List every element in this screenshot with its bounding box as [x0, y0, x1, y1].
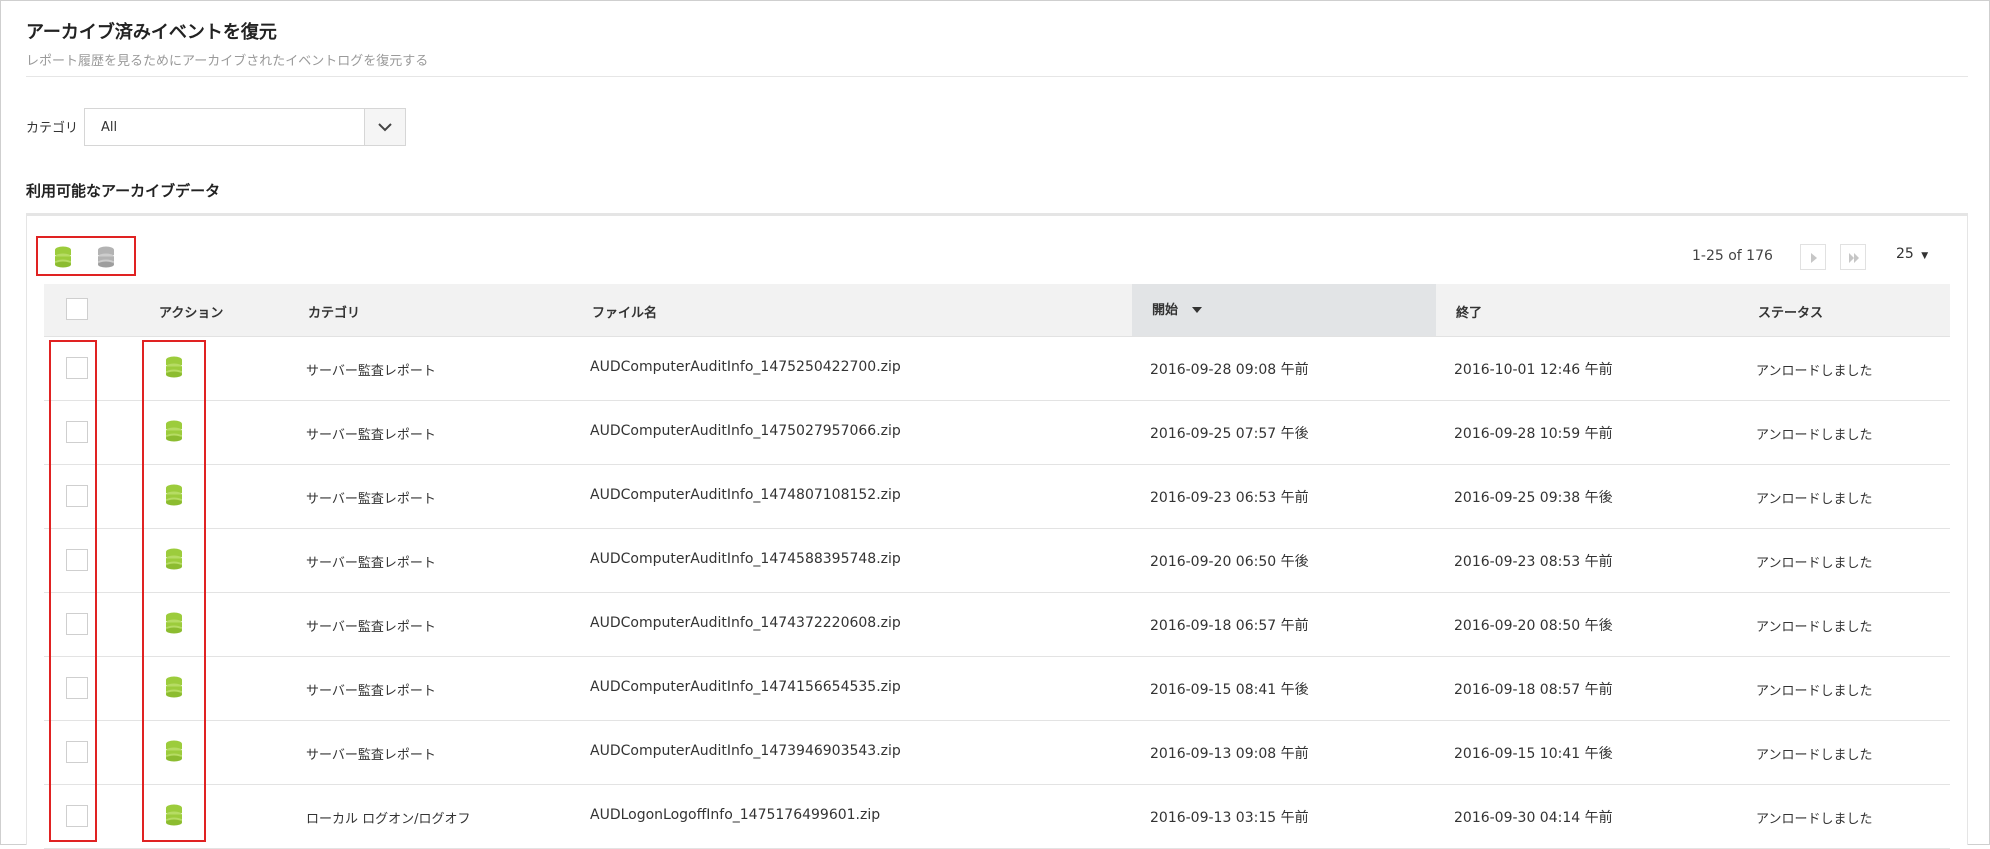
caret-down-icon: ▼	[1921, 251, 1929, 261]
row-status: アンロードしました	[1756, 684, 1873, 699]
row-start: 2016-09-20 06:50 午後	[1150, 554, 1309, 570]
table-row: サーバー監査レポート AUDComputerAuditInfo_147458839…	[44, 528, 1950, 593]
col-header-category[interactable]: カテゴリ	[308, 302, 360, 321]
title-divider	[26, 76, 1968, 77]
row-start: 2016-09-18 06:57 午前	[1150, 618, 1309, 634]
category-select-value: All	[101, 120, 118, 135]
sort-desc-icon	[1191, 307, 1202, 313]
row-status: アンロードしました	[1756, 748, 1873, 763]
row-start: 2016-09-28 09:08 午前	[1150, 362, 1309, 378]
row-end: 2016-09-25 09:38 午後	[1454, 490, 1613, 506]
next-page-button[interactable]	[1800, 244, 1826, 270]
toolbar-highlight-box	[36, 236, 136, 276]
table-header: アクション カテゴリ ファイル名 開始 終了 ステータス	[44, 284, 1950, 337]
table-row: サーバー監査レポート AUDComputerAuditInfo_147394690…	[44, 720, 1950, 785]
row-category: サーバー監査レポート	[306, 364, 436, 379]
row-end: 2016-09-28 10:59 午前	[1454, 426, 1613, 442]
col-header-filename[interactable]: ファイル名	[592, 302, 657, 321]
chevron-down-icon	[378, 123, 392, 132]
row-filename: AUDComputerAuditInfo_1474588395748.zip	[590, 551, 901, 567]
select-all-checkbox[interactable]	[66, 298, 88, 320]
row-filename: AUDComputerAuditInfo_1473946903543.zip	[590, 743, 901, 759]
row-start: 2016-09-25 07:57 午後	[1150, 426, 1309, 442]
row-end: 2016-09-20 08:50 午後	[1454, 618, 1613, 634]
row-category: サーバー監査レポート	[306, 492, 436, 507]
row-category: サーバー監査レポート	[306, 748, 436, 763]
col-header-start-label: 開始	[1152, 303, 1179, 318]
row-category: サーバー監査レポート	[306, 684, 436, 699]
table-row: サーバー監査レポート AUDComputerAuditInfo_147480710…	[44, 464, 1950, 529]
table-row: サーバー監査レポート AUDComputerAuditInfo_147525042…	[44, 336, 1950, 401]
page-subtitle: レポート履歴を見るためにアーカイブされたイベントログを復元する	[26, 54, 429, 69]
row-filename: AUDLogonLogoffInfo_1475176499601.zip	[590, 807, 881, 823]
page-title: アーカイブ済みイベントを復元	[26, 22, 277, 43]
row-start: 2016-09-13 03:15 午前	[1150, 810, 1309, 826]
row-filename: AUDComputerAuditInfo_1474156654535.zip	[590, 679, 901, 695]
category-select[interactable]: All	[84, 108, 406, 146]
col-header-end[interactable]: 終了	[1456, 302, 1482, 321]
row-end: 2016-09-18 08:57 午前	[1454, 682, 1613, 698]
row-filename: AUDComputerAuditInfo_1475250422700.zip	[590, 359, 901, 375]
row-category: サーバー監査レポート	[306, 556, 436, 571]
row-end: 2016-09-30 04:14 午前	[1454, 810, 1613, 826]
row-status: アンロードしました	[1756, 428, 1873, 443]
row-end: 2016-09-15 10:41 午後	[1454, 746, 1613, 762]
row-category: ローカル ログオン/ログオフ	[306, 812, 471, 827]
row-end: 2016-10-01 12:46 午前	[1454, 362, 1613, 378]
col-header-status[interactable]: ステータス	[1758, 302, 1823, 321]
category-dropdown-button[interactable]	[364, 109, 405, 145]
row-category: サーバー監査レポート	[306, 620, 436, 635]
row-end: 2016-09-23 08:53 午前	[1454, 554, 1613, 570]
row-status: アンロードしました	[1756, 620, 1873, 635]
restore-database-icon[interactable]	[54, 246, 72, 268]
section-title: 利用可能なアーカイブデータ	[26, 182, 221, 200]
last-page-button[interactable]	[1840, 244, 1866, 270]
row-status: アンロードしました	[1756, 492, 1873, 507]
page-size-value: 25	[1896, 246, 1914, 262]
col-header-action[interactable]: アクション	[159, 302, 223, 321]
row-start: 2016-09-23 06:53 午前	[1150, 490, 1309, 506]
row-filename: AUDComputerAuditInfo_1474372220608.zip	[590, 615, 901, 631]
last-page-icon	[1849, 253, 1859, 263]
next-arrow-icon	[1811, 253, 1817, 263]
pagination-range: 1-25 of 176	[1692, 248, 1773, 264]
category-label: カテゴリ	[26, 121, 79, 136]
action-column-highlight-box	[142, 340, 206, 842]
col-header-start[interactable]: 開始	[1152, 299, 1203, 318]
table-row: サーバー監査レポート AUDComputerAuditInfo_147437222…	[44, 592, 1950, 657]
row-status: アンロードしました	[1756, 364, 1873, 379]
table-row: ローカル ログオン/ログオフ AUDLogonLogoffInfo_1475176…	[44, 784, 1950, 849]
row-start: 2016-09-13 09:08 午前	[1150, 746, 1309, 762]
row-filename: AUDComputerAuditInfo_1474807108152.zip	[590, 487, 901, 503]
row-category: サーバー監査レポート	[306, 428, 436, 443]
table-row: サーバー監査レポート AUDComputerAuditInfo_147415665…	[44, 656, 1950, 721]
row-start: 2016-09-15 08:41 午後	[1150, 682, 1309, 698]
row-status: アンロードしました	[1756, 556, 1873, 571]
unload-database-icon[interactable]	[97, 246, 115, 268]
table-row: サーバー監査レポート AUDComputerAuditInfo_147502795…	[44, 400, 1950, 465]
page-size-select[interactable]: 25 ▼	[1896, 246, 1928, 262]
row-filename: AUDComputerAuditInfo_1475027957066.zip	[590, 423, 901, 439]
checkbox-column-highlight-box	[49, 340, 97, 842]
row-status: アンロードしました	[1756, 812, 1873, 827]
